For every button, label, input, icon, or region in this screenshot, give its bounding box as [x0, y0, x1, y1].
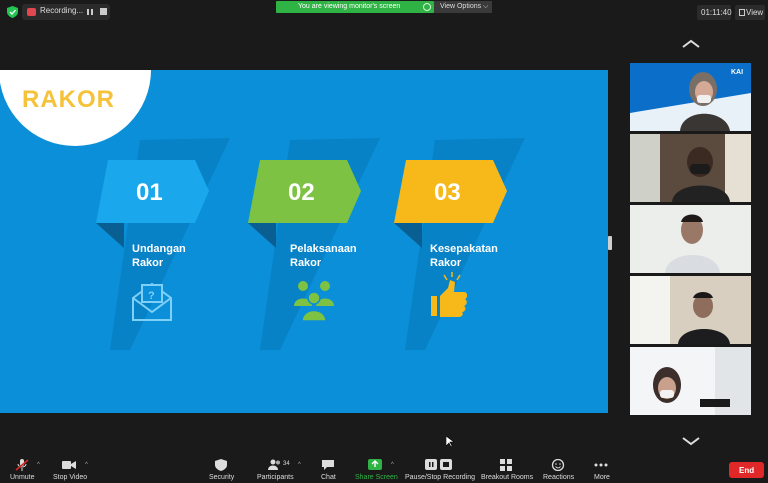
- view-label: View: [746, 8, 764, 17]
- share-banner-label: You are viewing monitor's screen: [298, 3, 401, 10]
- participants-label[interactable]: Participants: [257, 474, 294, 481]
- more-label[interactable]: More: [594, 474, 610, 481]
- participant-tile-1[interactable]: KAI: [630, 63, 751, 131]
- chat-bubble-icon[interactable]: [321, 459, 335, 471]
- end-label[interactable]: End: [739, 466, 754, 475]
- people-group-icon: [294, 281, 334, 322]
- breakout-rooms-label[interactable]: Breakout Rooms: [481, 474, 533, 481]
- step2-label-line1: Pelaksanaan: [290, 243, 357, 255]
- unmute-caret-icon[interactable]: ^: [37, 462, 40, 468]
- step3-label: Kesepakatan Rakor: [430, 242, 540, 270]
- slide-title: RAKOR: [22, 86, 115, 113]
- share-screen-label[interactable]: Share Screen: [355, 474, 398, 481]
- participant-tile-2[interactable]: [630, 134, 751, 202]
- chevron-down-icon[interactable]: [681, 436, 701, 446]
- chevron-up-icon[interactable]: [681, 39, 701, 49]
- unmute-label[interactable]: Unmute: [10, 474, 35, 481]
- participants-icon[interactable]: [268, 459, 282, 471]
- reactions-smiley-icon[interactable]: [551, 459, 565, 471]
- monitor-share-icon: [423, 3, 431, 11]
- video-caret-icon[interactable]: ^: [85, 462, 88, 468]
- pause-recording-icon[interactable]: [84, 6, 96, 18]
- security-label[interactable]: Security: [209, 474, 234, 481]
- security-shield-icon[interactable]: [214, 459, 228, 471]
- step1-label-line2: Rakor: [132, 257, 164, 269]
- breakout-rooms-icon[interactable]: [499, 459, 513, 471]
- step1-number: 01: [136, 179, 163, 206]
- pause-stop-recording-icon[interactable]: [425, 459, 453, 471]
- stop-video-label[interactable]: Stop Video: [53, 474, 87, 481]
- step1-label: Undangan Rakor: [132, 242, 242, 270]
- participant-tile-5[interactable]: [630, 347, 751, 415]
- step2-label-line2: Rakor: [290, 257, 322, 269]
- meeting-timer: 01:11:40: [701, 8, 732, 17]
- more-dots-icon[interactable]: [594, 459, 608, 471]
- shield-check-icon: [7, 6, 18, 18]
- stop-recording-icon[interactable]: [100, 8, 107, 15]
- tile1-logo: KAI: [731, 69, 743, 76]
- step1-fold: [96, 223, 124, 248]
- step3-number: 03: [434, 179, 461, 206]
- view-grid-icon: [739, 9, 745, 16]
- share-caret-icon[interactable]: ^: [391, 462, 394, 468]
- participants-caret-icon[interactable]: ^: [298, 462, 301, 468]
- video-camera-icon[interactable]: [62, 459, 76, 471]
- participant-count: 34: [283, 461, 290, 467]
- recording-label: Recording...: [40, 6, 84, 15]
- share-screen-icon[interactable]: [368, 459, 382, 471]
- reactions-label[interactable]: Reactions: [543, 474, 574, 481]
- step3-label-line2: Rakor: [430, 257, 462, 269]
- view-options-label: View Options ⌵: [440, 3, 489, 10]
- step2-number: 02: [288, 179, 315, 206]
- participant-tile-4[interactable]: [630, 276, 751, 344]
- step1-label-line1: Undangan: [132, 243, 186, 255]
- shared-slide: ? RAKOR 01 02 03 Undangan Rakor Pelaksan…: [0, 70, 608, 413]
- recording-cloud-icon: [27, 8, 36, 16]
- chat-label[interactable]: Chat: [321, 474, 336, 481]
- resize-handle[interactable]: [608, 236, 612, 250]
- step3-label-line1: Kesepakatan: [430, 243, 498, 255]
- step2-fold: [248, 223, 276, 248]
- pause-stop-recording-label[interactable]: Pause/Stop Recording: [405, 474, 475, 481]
- svg-text:?: ?: [148, 290, 155, 302]
- mouse-cursor-icon: [446, 436, 454, 448]
- muted-mic-icon[interactable]: [15, 459, 29, 471]
- participant-tile-3[interactable]: [630, 205, 751, 273]
- step2-label: Pelaksanaan Rakor: [290, 242, 400, 270]
